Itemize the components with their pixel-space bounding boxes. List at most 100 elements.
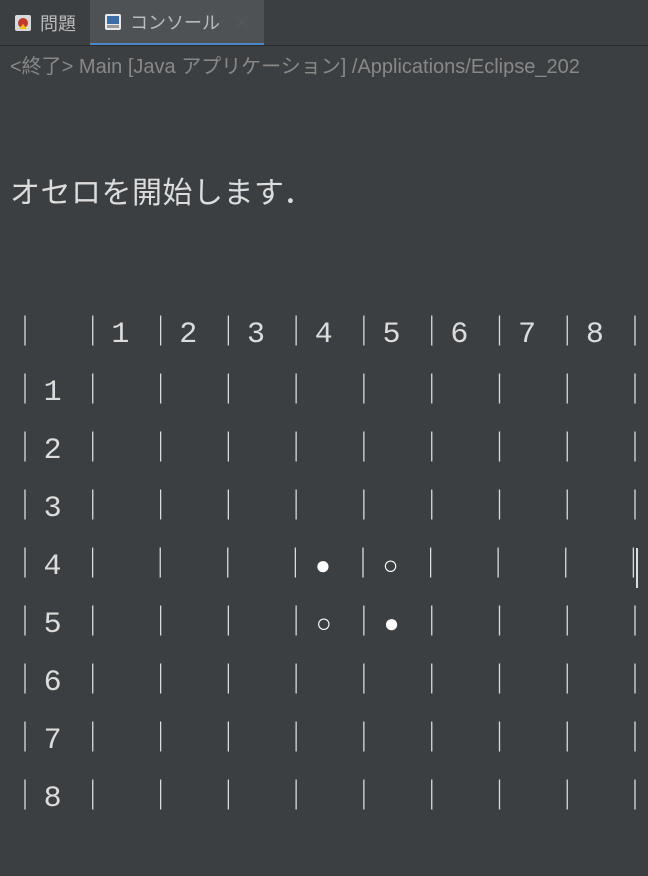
pipe: ｜	[620, 718, 638, 765]
tab-bar: 問題 コンソール	[0, 0, 648, 46]
pipe: ｜	[552, 718, 570, 765]
pipe: ｜	[620, 486, 638, 533]
pipe: ｜	[213, 486, 231, 533]
problems-icon	[14, 14, 32, 32]
tab-console[interactable]: コンソール	[90, 0, 264, 45]
pipe: ｜	[484, 312, 502, 359]
pipe: ｜	[417, 718, 435, 765]
pipe: ｜	[10, 544, 28, 591]
col-header: 2	[164, 312, 214, 359]
pipe: ｜	[10, 486, 28, 533]
piece-white: ○	[299, 605, 349, 645]
row-label: 4	[28, 544, 78, 591]
pipe: ｜	[10, 602, 28, 649]
pipe: ｜	[620, 312, 638, 359]
pipe: ｜	[281, 370, 299, 417]
start-message: オセロを開始します．	[10, 172, 638, 220]
pipe: ｜	[484, 428, 502, 475]
pipe: ｜	[417, 370, 435, 417]
pipe: ｜	[484, 718, 502, 765]
pipe: ｜	[552, 428, 570, 475]
board-row: ｜8｜｜｜｜｜｜｜｜｜	[10, 771, 638, 829]
row-label: 1	[28, 370, 78, 417]
row-label: 5	[28, 602, 78, 649]
tab-console-label: コンソール	[130, 9, 220, 35]
pipe: ｜	[620, 428, 638, 475]
pipe: ｜	[483, 544, 501, 591]
pipe: ｜	[417, 428, 435, 475]
row-label: 3	[28, 486, 78, 533]
pipe: ｜	[146, 312, 164, 359]
pipe: ｜	[349, 312, 367, 359]
board-row: ｜4｜｜｜｜●｜○｜｜｜｜	[10, 539, 638, 597]
pipe: ｜	[78, 776, 96, 823]
pipe: ｜	[348, 544, 366, 591]
pipe: ｜	[416, 544, 434, 591]
pipe: ｜	[146, 486, 164, 533]
pipe: ｜	[78, 312, 96, 359]
console-output[interactable]: オセロを開始します． ｜｜1｜2｜3｜4｜5｜6｜7｜8｜｜1｜｜｜｜｜｜｜｜｜…	[0, 81, 648, 876]
pipe: ｜	[280, 544, 298, 591]
console-icon	[104, 13, 122, 31]
pipe: ｜	[349, 776, 367, 823]
row-label: 8	[28, 776, 78, 823]
pipe: ｜	[213, 370, 231, 417]
pipe: ｜	[281, 718, 299, 765]
pipe: ｜	[281, 776, 299, 823]
pipe: ｜	[213, 602, 231, 649]
pipe: ｜	[145, 544, 163, 591]
pipe: ｜	[417, 486, 435, 533]
pipe: ｜	[484, 776, 502, 823]
pipe: ｜	[146, 602, 164, 649]
board-row: ｜5｜｜｜｜○｜●｜｜｜｜	[10, 597, 638, 655]
pipe: ｜	[281, 312, 299, 359]
pipe: ｜	[417, 312, 435, 359]
board-row: ｜7｜｜｜｜｜｜｜｜｜	[10, 713, 638, 771]
pipe: ｜	[552, 370, 570, 417]
pipe: ｜	[78, 370, 96, 417]
pipe: ｜	[78, 428, 96, 475]
pipe: ｜	[620, 776, 638, 823]
row-label: 2	[28, 428, 78, 475]
pipe: ｜	[417, 602, 435, 649]
board-row: ｜3｜｜｜｜｜｜｜｜｜	[10, 481, 638, 539]
pipe: ｜	[349, 370, 367, 417]
pipe: ｜	[552, 486, 570, 533]
pipe: ｜	[484, 370, 502, 417]
pipe: ｜	[552, 312, 570, 359]
terminated-label: <終了>	[10, 56, 73, 78]
pipe: ｜	[349, 428, 367, 475]
pipe: ｜	[10, 718, 28, 765]
board-row: ｜2｜｜｜｜｜｜｜｜｜	[10, 423, 638, 481]
close-icon[interactable]	[234, 14, 250, 30]
pipe: ｜	[213, 718, 231, 765]
piece-black: ●	[298, 547, 348, 587]
tab-problems-label: 問題	[40, 10, 76, 36]
pipe: ｜	[620, 602, 638, 649]
pipe: ｜	[10, 370, 28, 417]
pipe: ｜	[281, 602, 299, 649]
row-label: 7	[28, 718, 78, 765]
pipe: ｜	[78, 602, 96, 649]
pipe: ｜	[10, 776, 28, 823]
process-status: <終了> Main [Java アプリケーション] /Applications/…	[0, 46, 648, 81]
pipe: ｜	[281, 428, 299, 475]
pipe: ｜	[78, 486, 96, 533]
pipe: ｜	[146, 370, 164, 417]
pipe: ｜	[213, 544, 231, 591]
pipe: ｜	[146, 776, 164, 823]
piece-white: ○	[366, 547, 416, 587]
pipe: ｜	[10, 428, 28, 475]
pipe: ｜	[349, 718, 367, 765]
text-cursor	[636, 548, 638, 588]
pipe: ｜	[78, 544, 96, 591]
pipe: ｜	[78, 718, 96, 765]
tab-problems[interactable]: 問題	[0, 0, 90, 45]
col-header: 5	[367, 312, 417, 359]
col-header: 1	[96, 312, 146, 359]
pipe: ｜	[213, 312, 231, 359]
piece-black: ●	[367, 605, 417, 645]
pipe: ｜	[10, 312, 28, 359]
pipe: ｜	[484, 602, 502, 649]
pipe: ｜	[146, 718, 164, 765]
